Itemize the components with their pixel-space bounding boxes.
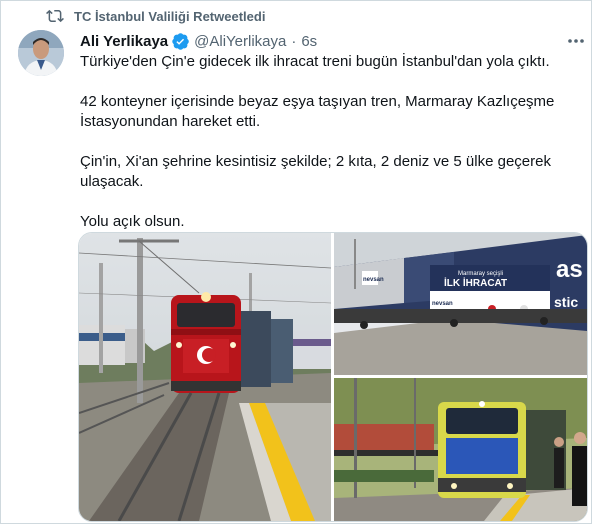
- tweet-paragraph-2: 42 konteyner içerisinde beyaz eşya taşıy…: [80, 93, 555, 130]
- tweet-text: Türkiye'den Çin'e gidecek ilk ihracat tr…: [80, 52, 580, 252]
- avatar[interactable]: [18, 30, 64, 76]
- retweet-icon: [46, 9, 64, 23]
- photo-blue-locomotive[interactable]: [334, 378, 587, 521]
- author-handle[interactable]: @AliYerlikaya: [194, 33, 286, 50]
- tweet-paragraph-4: Yolu açık olsun.: [80, 213, 185, 230]
- retweet-label: TC İstanbul Valiliği Retweetledi: [74, 8, 266, 24]
- photo-red-locomotive[interactable]: [79, 233, 331, 521]
- tweet-header: Ali Yerlikaya @AliYerlikaya · 6s: [80, 30, 317, 52]
- separator-dot: ·: [291, 32, 297, 50]
- container-text-2: stic: [554, 294, 578, 310]
- more-icon[interactable]: [566, 32, 586, 48]
- banner-brand: nevsan: [432, 301, 453, 307]
- banner-line-1: Marmaray seçişli: [458, 271, 503, 277]
- verified-badge-icon: [172, 32, 189, 50]
- media-grid: nevsan Marmaray seçişli İLK İHRACAT BLOK…: [78, 232, 588, 522]
- tweet-paragraph-3: Çin'in, Xi'an şehrine kesintisiz şekilde…: [80, 153, 551, 190]
- container-text: as: [556, 256, 583, 283]
- side-brand-label: nevsan: [363, 277, 384, 283]
- tweet-paragraph-1: Türkiye'den Çin'e gidecek ilk ihracat tr…: [80, 53, 550, 70]
- author-name[interactable]: Ali Yerlikaya: [80, 33, 168, 50]
- retweet-context[interactable]: TC İstanbul Valiliği Retweetledi: [46, 6, 265, 26]
- banner-line-2: İLK İHRACAT: [444, 276, 507, 289]
- tweet-timestamp[interactable]: 6s: [301, 33, 317, 50]
- photo-container-train-banner[interactable]: nevsan Marmaray seçişli İLK İHRACAT BLOK…: [334, 233, 587, 375]
- banner-line-3: BLOK TRENİ: [466, 291, 490, 296]
